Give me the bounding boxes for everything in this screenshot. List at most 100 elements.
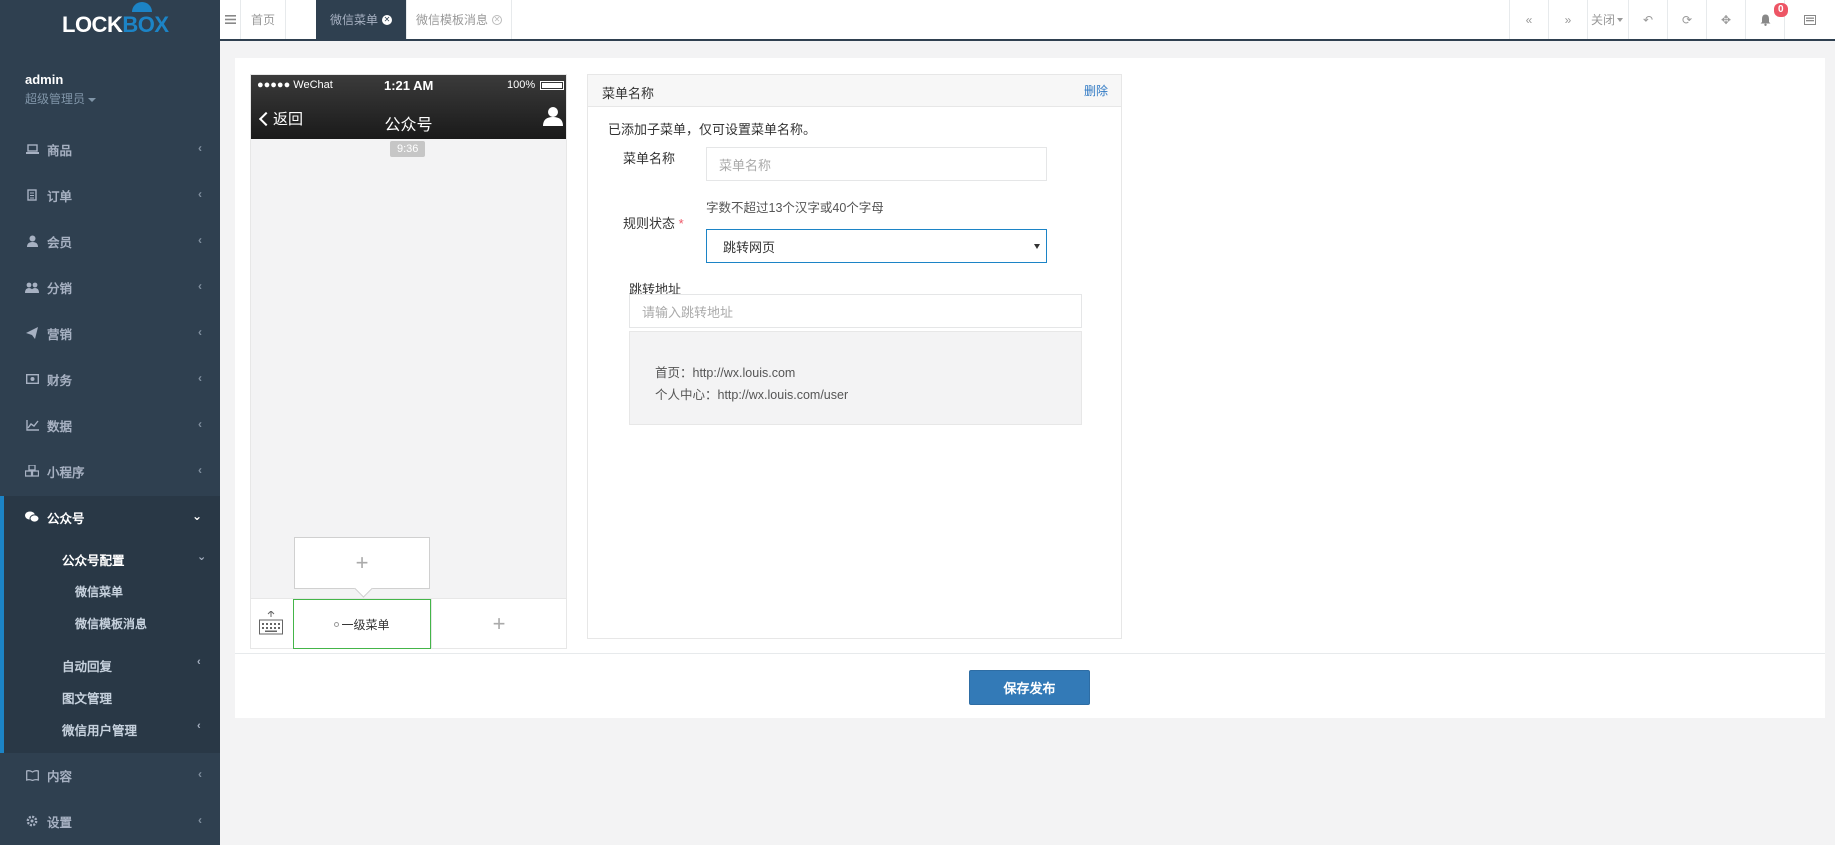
users-icon xyxy=(25,280,39,294)
keyboard-icon[interactable] xyxy=(259,611,283,637)
tab-wechat-template[interactable]: 微信模板消息 ✕ xyxy=(407,0,512,39)
scroll-tabs-right-button[interactable]: » xyxy=(1548,0,1587,39)
main-panel: ●●●●● WeChat 1:21 AM 100% 返回 公众号 9:36 + … xyxy=(235,58,1825,718)
sidebar-item-marketing[interactable]: 营销 ‹ xyxy=(0,310,220,356)
sidebar-item-wechat-config[interactable]: 公众号配置 ⌄ xyxy=(62,550,206,569)
double-left-icon: « xyxy=(1525,12,1533,27)
user-icon xyxy=(25,234,39,248)
chevron-left-icon: ‹ xyxy=(198,767,202,781)
laptop-icon xyxy=(25,142,39,156)
chevron-left-icon: ‹ xyxy=(198,813,202,827)
chevron-left-icon: ‹ xyxy=(197,720,201,732)
reference-links-box: 首页：http://wx.louis.com 个人中心：http://wx.lo… xyxy=(629,331,1082,425)
add-submenu-button[interactable]: + xyxy=(294,537,430,589)
receipt-icon xyxy=(25,188,39,202)
editor-note: 已添加子菜单，仅可设置菜单名称。 xyxy=(608,122,817,137)
brand-logo[interactable]: LOCKBOX xyxy=(62,2,169,38)
menu-name-input[interactable]: 菜单名称 xyxy=(706,147,1047,181)
status-battery-text: 100% xyxy=(507,79,536,91)
menu-editor: 菜单名称 删除 已添加子菜单，仅可设置菜单名称。 菜单名称 菜单名称 字数不超过… xyxy=(587,74,1122,639)
editor-title: 菜单名称 xyxy=(602,86,655,101)
paper-plane-icon xyxy=(25,326,39,340)
rule-status-label: 规则状态 * xyxy=(623,216,684,231)
menu-name-label: 菜单名称 xyxy=(623,151,676,166)
sidebar-item-settings[interactable]: 设置 ‹ xyxy=(0,798,220,844)
back-button[interactable]: ↶ xyxy=(1628,0,1667,39)
money-icon xyxy=(25,372,39,386)
reference-link: 首页：http://wx.louis.com xyxy=(655,366,796,380)
tab-home[interactable]: 首页 xyxy=(241,0,286,39)
menu-toggle-button[interactable] xyxy=(220,0,241,39)
phone-preview: ●●●●● WeChat 1:21 AM 100% 返回 公众号 9:36 + … xyxy=(250,74,567,649)
sidebar-item-wechat-users[interactable]: 微信用户管理 ‹ xyxy=(62,720,201,739)
line-chart-icon xyxy=(25,418,39,432)
profile-icon[interactable] xyxy=(543,106,563,126)
double-right-icon: » xyxy=(1564,12,1572,27)
chevron-down-icon: ⌄ xyxy=(191,509,202,523)
tasks-icon xyxy=(1804,14,1816,25)
refresh-icon: ⟳ xyxy=(1681,12,1693,27)
tab-wechat-menu[interactable]: 微信菜单 ✕ xyxy=(316,0,407,39)
required-marker: * xyxy=(678,216,684,231)
sidebar-item-wechat-template[interactable]: 微信模板消息 xyxy=(75,615,147,632)
status-carrier: ●●●●● WeChat xyxy=(257,79,333,91)
cubes-icon xyxy=(25,464,39,478)
chat-timestamp: 9:36 xyxy=(390,141,426,157)
save-publish-button[interactable]: 保存发布 xyxy=(969,670,1090,705)
status-time: 1:21 AM xyxy=(384,78,434,93)
caret-down-icon xyxy=(1034,244,1040,249)
sidebar-item-miniprogram[interactable]: 小程序 ‹ xyxy=(0,448,220,494)
battery-icon xyxy=(540,81,564,90)
reference-link: 个人中心：http://wx.louis.com/user xyxy=(655,388,849,402)
right-sidebar-toggle[interactable] xyxy=(1784,0,1835,39)
sidebar-item-wechat-menu[interactable]: 微信菜单 xyxy=(75,583,123,600)
gear-icon xyxy=(25,814,39,828)
dot-icon xyxy=(334,621,340,627)
bell-icon xyxy=(1760,14,1770,26)
sidebar-item-data[interactable]: 数据 ‹ xyxy=(0,402,220,448)
sidebar-item-auto-reply[interactable]: 自动回复 ‹ xyxy=(62,656,201,675)
add-menu-button[interactable]: + xyxy=(431,599,566,649)
delete-link[interactable]: 删除 xyxy=(1084,82,1108,99)
arrows-icon: ✥ xyxy=(1720,12,1732,27)
logo-drop-icon xyxy=(132,2,152,12)
chevron-left-icon: ‹ xyxy=(197,656,201,668)
top-bar: 首页 微信菜单 ✕ 微信模板消息 ✕ « » 关闭 ↶ ⟳ ✥ xyxy=(220,0,1835,41)
wechat-icon xyxy=(25,510,39,524)
sidebar-item-wechat[interactable]: 公众号 ⌄ xyxy=(0,494,220,540)
chevron-left-icon: ‹ xyxy=(198,279,202,293)
fullscreen-button[interactable]: ✥ xyxy=(1706,0,1745,39)
chevron-left-icon: ‹ xyxy=(198,141,202,155)
phone-menu-bar: 一级菜单 + xyxy=(251,598,566,649)
menu-item-level1[interactable]: 一级菜单 xyxy=(293,599,431,649)
sidebar-item-article-manage[interactable]: 图文管理 xyxy=(62,688,112,707)
chevron-left-icon: ‹ xyxy=(198,233,202,247)
editor-header: 菜单名称 删除 xyxy=(588,75,1121,107)
sidebar-item-goods[interactable]: 商品 ‹ xyxy=(0,126,220,172)
refresh-button[interactable]: ⟳ xyxy=(1667,0,1706,39)
plus-icon: + xyxy=(355,550,369,575)
caret-down-icon xyxy=(1617,17,1623,22)
sidebar: LOCKBOX admin 超级管理员 商品 ‹ 订单 ‹ 会员 ‹ 分销 ‹ … xyxy=(0,0,220,845)
sidebar-item-orders[interactable]: 订单 ‹ xyxy=(0,172,220,218)
profile-role-dropdown[interactable]: 超级管理员 xyxy=(25,90,97,107)
menu-name-hint: 字数不超过13个汉字或40个字母 xyxy=(706,201,884,215)
sidebar-item-members[interactable]: 会员 ‹ xyxy=(0,218,220,264)
close-tab-icon[interactable]: ✕ xyxy=(382,14,392,25)
close-tabs-dropdown[interactable]: 关闭 xyxy=(1587,0,1626,39)
phone-title: 公众号 xyxy=(384,117,433,134)
divider xyxy=(235,653,1825,654)
sidebar-item-finance[interactable]: 财务 ‹ xyxy=(0,356,220,402)
plus-icon: + xyxy=(492,611,506,636)
chevron-left-icon: ‹ xyxy=(198,371,202,385)
redirect-url-input[interactable]: 请输入跳转地址 xyxy=(629,294,1082,328)
scroll-tabs-left-button[interactable]: « xyxy=(1509,0,1548,39)
sidebar-item-distribution[interactable]: 分销 ‹ xyxy=(0,264,220,310)
profile-name: admin xyxy=(25,72,64,87)
reply-icon: ↶ xyxy=(1642,12,1654,27)
sidebar-item-content[interactable]: 内容 ‹ xyxy=(0,752,220,798)
chevron-left-icon: ‹ xyxy=(198,325,202,339)
close-tab-icon[interactable]: ✕ xyxy=(492,14,502,25)
hamburger-icon xyxy=(224,15,236,24)
rule-status-select[interactable]: 跳转网页 xyxy=(706,229,1047,263)
